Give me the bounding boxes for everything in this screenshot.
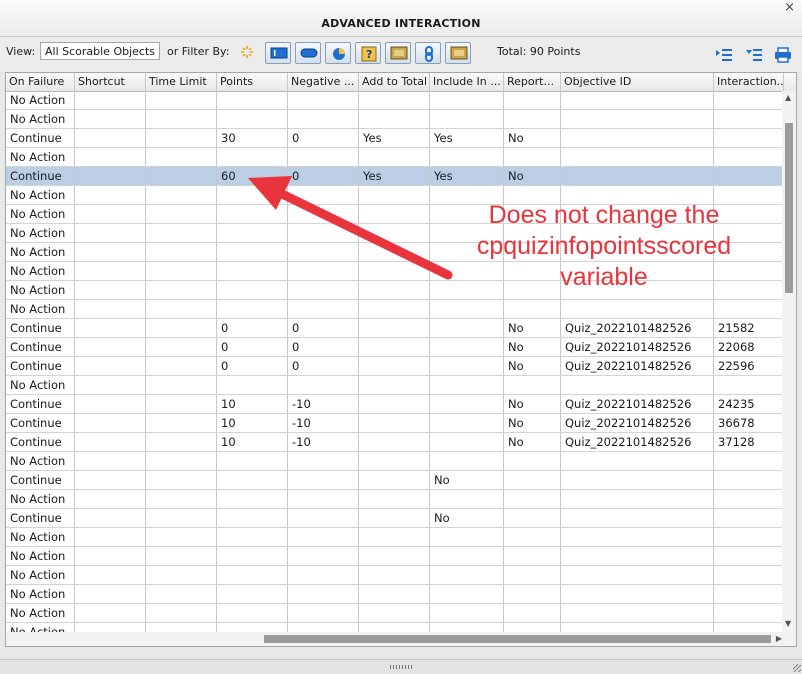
annotation-line: Does not change the xyxy=(488,201,720,229)
annotation-line: variable xyxy=(560,263,648,291)
status-bar xyxy=(0,659,802,674)
resize-grip-icon[interactable] xyxy=(390,665,412,669)
corner-resize-icon[interactable] xyxy=(793,664,801,672)
annotation-arrow xyxy=(248,176,453,280)
annotation-line: cpquizinfopointsscored xyxy=(476,232,732,260)
annotation-text: Does not change the cpquizinfopointsscor… xyxy=(458,200,750,293)
